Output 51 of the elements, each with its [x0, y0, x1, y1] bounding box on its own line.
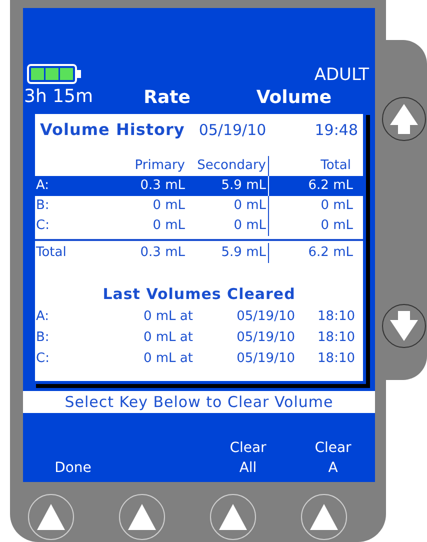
table-cell-text: 6.2 mL — [307, 244, 354, 262]
history-date: 05/19/10 — [198, 120, 266, 141]
table-cell-text: 0.3 mL — [139, 177, 185, 195]
section-title: Last Volumes Cleared — [102, 284, 296, 305]
down-arrow-icon — [389, 310, 419, 342]
row-label: A: — [36, 308, 50, 326]
cleared-amount: 0 mL at — [142, 328, 194, 346]
column-title: Rate — [144, 88, 190, 108]
up-triangle-icon — [309, 503, 339, 531]
softkey-label: Done — [54, 459, 92, 478]
table-cell-text: 0 mL — [152, 197, 185, 215]
time-remaining: 3h 15m — [23, 88, 94, 106]
up-triangle-icon — [36, 503, 66, 531]
cleared-date: 05/19/10 — [236, 308, 295, 326]
cleared-amount: 0 mL at — [142, 350, 194, 368]
table-cell: 0 mL — [185, 216, 269, 236]
table-cell: 5.9 mL — [185, 243, 269, 263]
row-label: Total — [35, 244, 68, 262]
column-header: Total — [320, 157, 352, 175]
table-cell: 5.9 mL — [185, 176, 269, 196]
cleared-date: 05/19/10 — [236, 350, 295, 368]
row-label: C: — [36, 350, 50, 368]
column-title: Volume — [256, 88, 332, 108]
table-cell-text: 0.3 mL — [139, 244, 185, 262]
cleared-time: 18:10 — [316, 328, 355, 346]
prompt-banner: Select Key Below to Clear Volume — [23, 391, 375, 413]
softkey-label: All — [239, 459, 257, 478]
softkey-label: A — [328, 459, 338, 478]
history-time: 19:48 — [314, 120, 358, 141]
battery-icon — [27, 64, 83, 84]
cleared-time: 18:10 — [316, 308, 355, 326]
softkey-label: Clear — [230, 439, 266, 458]
table-cell-text: 6.2 mL — [307, 177, 354, 195]
cleared-date: 05/19/10 — [236, 328, 295, 346]
table-cell-text: 0 mL — [320, 217, 354, 235]
table-cell: 0 mL — [185, 196, 269, 216]
dialog-title: Volume History — [40, 119, 185, 141]
up-triangle-icon — [127, 503, 157, 531]
patient-profile: ADULT — [314, 67, 369, 84]
column-header: Primary — [134, 157, 185, 175]
softkey-label: Clear — [314, 439, 352, 458]
row-label: B: — [36, 328, 50, 346]
row-label: B: — [35, 197, 50, 215]
row-label: A: — [35, 177, 50, 195]
table-cell-text: 0 mL — [320, 197, 354, 215]
up-triangle-icon — [218, 503, 248, 531]
cleared-amount: 0 mL at — [142, 308, 194, 326]
cleared-time: 18:10 — [316, 350, 355, 368]
up-arrow-icon — [389, 103, 419, 135]
table-cell-text: 0 mL — [152, 217, 185, 235]
row-label: C: — [35, 217, 50, 235]
